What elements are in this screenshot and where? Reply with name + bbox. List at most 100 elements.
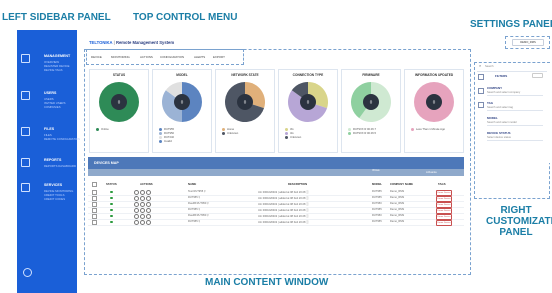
legend-swatch	[285, 136, 288, 139]
right-search-input[interactable]: Search	[485, 65, 494, 68]
legend-item[interactable]: Home	[222, 128, 234, 131]
online-status-icon	[110, 202, 113, 205]
clear-filters-button[interactable]	[532, 73, 543, 78]
right-customization-panel: ⌕ Search FILTERS COMPANY Search and sele…	[475, 63, 550, 163]
legend-swatch	[96, 128, 99, 131]
cell-model: RUT950	[372, 214, 382, 217]
collapse-icon	[23, 268, 32, 277]
widget-title: MODEL	[176, 73, 188, 77]
cell-name[interactable]: RUT955 ⚲	[188, 220, 200, 223]
legend-item[interactable]: Unknown	[222, 132, 238, 135]
sidebar-item-device-tags[interactable]: DEVICE TAGS	[44, 68, 63, 72]
devices-map-header: DEVICES MAP	[88, 157, 464, 169]
legend-item[interactable]: Unknown	[285, 136, 301, 139]
app-logo[interactable]: TELTONIKA | Remote Management System	[89, 40, 174, 45]
online-status-icon	[110, 190, 113, 193]
callout-settings-panel: SETTINGS PANEL	[470, 19, 552, 30]
device-status-input[interactable]: Select device status	[487, 136, 511, 139]
donut-chart[interactable]: 0	[412, 80, 456, 124]
select-all-checkbox[interactable]	[92, 182, 97, 187]
legend-item[interactable]: Invalid	[159, 140, 172, 143]
demo-rms-button[interactable]: DEMO_RMS	[512, 39, 544, 46]
legend-item[interactable]: RUT950	[159, 132, 174, 135]
widget-information-updated: INFORMATION UPDATED 0 Less Than 1 Minute A…	[404, 69, 464, 153]
link-icon[interactable]	[146, 220, 151, 225]
legend-item[interactable]: 4G	[285, 132, 294, 135]
brand-name: TELTONIKA	[89, 40, 113, 45]
cell-name[interactable]: RUT955 ⚲	[188, 196, 200, 199]
cell-company: Demo_RMS	[390, 220, 405, 223]
cell-company: Demo_RMS	[390, 202, 405, 205]
column-header[interactable]: COMPANY NAME	[390, 182, 413, 186]
legend-item[interactable]: Online	[96, 128, 109, 131]
tab-actions[interactable]: ACTIONS	[140, 55, 153, 59]
gear-icon[interactable]	[134, 220, 139, 225]
legend-label: Online	[101, 128, 109, 132]
company-label: COMPANY	[487, 86, 503, 90]
tag-label: TAG	[487, 101, 494, 105]
tab-alerts[interactable]: ALERTS	[194, 55, 205, 59]
tag-input[interactable]: Search and select tag	[487, 106, 513, 109]
sidebar-item-companies[interactable]: COMPANIES	[44, 105, 61, 109]
cell-model: RUT955	[372, 196, 382, 199]
sidebar-item-reports-dashboard[interactable]: REPORTS DASHBOARD	[44, 164, 76, 168]
layout-icon[interactable]	[478, 102, 484, 108]
widget-title: INFORMATION UPDATED	[414, 73, 454, 77]
cell-company: Demo_RMS	[390, 190, 405, 193]
legend-item[interactable]: RUT9XX R 00.06.5	[348, 132, 376, 135]
cell-name[interactable]: Test RUT955 ⚲	[188, 190, 206, 193]
legend-swatch	[159, 128, 162, 131]
legend-item[interactable]: RUT9XX R 00.06.7	[348, 128, 376, 131]
device-status-label: DEVICE STATUS	[487, 131, 511, 135]
tab-monitoring[interactable]: MONITORING	[111, 55, 130, 59]
tab-configuration[interactable]: CONFIGURATION	[160, 55, 184, 59]
donut-chart[interactable]: 0	[286, 80, 330, 124]
column-header[interactable]: NAME	[188, 182, 196, 186]
column-header[interactable]: DESCRIPTION	[288, 182, 307, 186]
cell-description: U/n 0001020402 | added at 08 Feb 20:28 ⓘ	[258, 197, 309, 200]
cell-description: U/n 0001020402 | added at 08 Feb 20:28 ⓘ	[258, 209, 309, 212]
column-header[interactable]: STATUS	[106, 182, 117, 186]
legend-label: Home	[227, 128, 235, 132]
model-input[interactable]: Search and select model	[487, 121, 517, 124]
sidebar-item-credit-codes[interactable]: CREDIT CODES	[44, 197, 65, 201]
cell-description: U/n 0001020402 | added at 08 Feb 20:28 ⓘ	[258, 221, 309, 224]
right-search[interactable]: ⌕ Search	[479, 63, 542, 69]
column-header[interactable]: TAGS	[438, 182, 446, 186]
cell-name[interactable]: Rue4B RUT950 ⚲	[188, 214, 209, 217]
legend-item[interactable]: RUT955	[159, 128, 174, 131]
callout-top-menu: TOP CONTROL MENU	[133, 12, 238, 23]
filters-label: FILTERS	[495, 74, 508, 78]
donut-chart[interactable]: 0	[97, 80, 141, 124]
column-header[interactable]: MODEL	[372, 182, 382, 186]
donut-chart[interactable]: 0	[160, 80, 204, 124]
devices-map[interactable]: Vilnius Lithuania	[88, 169, 464, 176]
users-icon	[21, 91, 30, 100]
legend-label: RUT9XX R 00.06.5	[353, 132, 377, 136]
donut-chart[interactable]: 0	[223, 80, 267, 124]
donut-chart[interactable]: 0	[349, 80, 393, 124]
tab-device[interactable]: DEVICE	[91, 55, 102, 59]
tag-badge[interactable]: Demo Device	[436, 219, 452, 226]
row-checkbox[interactable]	[92, 220, 97, 225]
legend-label: RUT955	[164, 128, 175, 132]
legend-label: Unknown	[227, 132, 239, 136]
legend-swatch	[222, 128, 225, 131]
filter-icon[interactable]	[478, 74, 484, 80]
legend-item[interactable]: Less Than 1 Minute Ago	[411, 128, 445, 131]
column-header[interactable]: ACTIONS	[140, 182, 153, 186]
cell-name[interactable]: RUT955 ⚲	[188, 208, 200, 211]
sidebar-item-remote-configuration[interactable]: REMOTE CONFIGURATION	[44, 137, 80, 141]
tab-export[interactable]: EXPORT	[213, 55, 225, 59]
files-icon	[21, 127, 30, 136]
services-icon	[21, 183, 30, 192]
left-sidebar: MANAGEMENT OVERVIEW REGISTER DEVICE DEVI…	[17, 30, 80, 293]
legend-item[interactable]: 3G	[285, 128, 294, 131]
columns-icon[interactable]	[478, 88, 484, 94]
callout-main-window: MAIN CONTENT WINDOW	[205, 277, 329, 288]
refresh-icon[interactable]	[140, 220, 145, 225]
company-input[interactable]: Search and select company	[487, 91, 520, 94]
widget-model: MODEL 0 RUT955 RUT950 RUT240 Invalid	[152, 69, 212, 153]
cell-name[interactable]: Rue4B RUT950 ⚲	[188, 202, 209, 205]
legend-item[interactable]: RUT240	[159, 136, 174, 139]
